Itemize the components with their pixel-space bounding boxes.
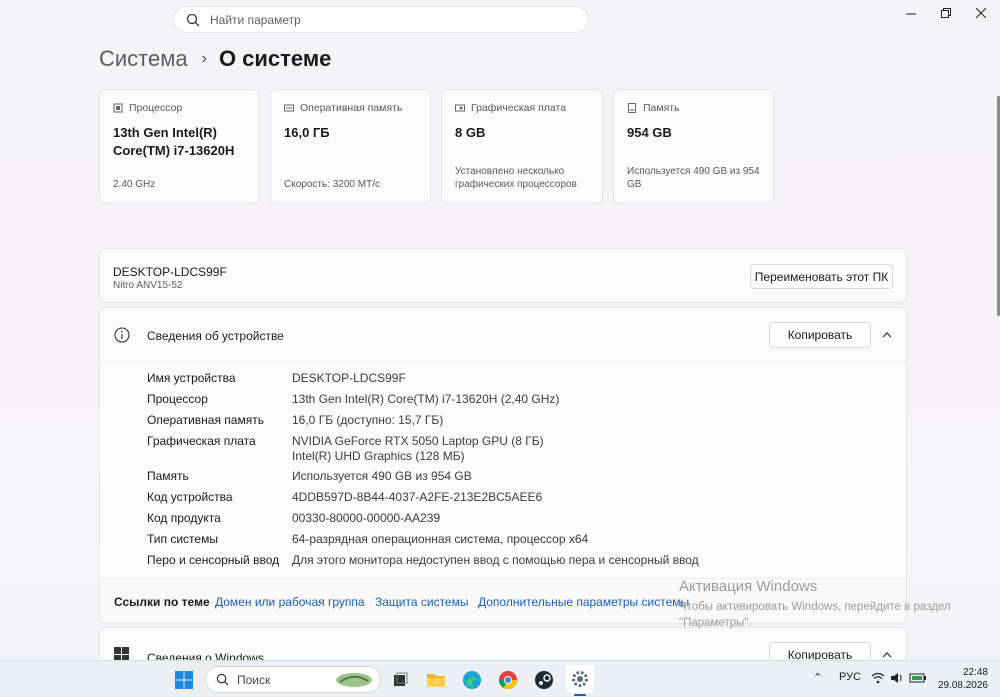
wifi-icon[interactable] (871, 672, 885, 684)
spec-value: DESKTOP-LDCS99F (292, 371, 406, 385)
spec-key: Код продукта (147, 511, 221, 525)
spec-key: Графическая плата (147, 434, 256, 448)
spec-key: Тип системы (147, 532, 218, 546)
language-indicator[interactable]: РУС (839, 671, 861, 683)
activation-line1: Чтобы активировать Windows, перейдите в … (679, 601, 951, 613)
ram-icon (284, 104, 294, 112)
task-view-icon (394, 672, 408, 686)
spec-value: 4DDB597D-8B44-4037-A2FE-213E2BC5AEE6 (292, 490, 543, 504)
spec-key: Память (147, 469, 189, 483)
search-placeholder: Найти параметр (210, 12, 301, 27)
card-sub: Скорость: 3200 МТ/с (284, 179, 380, 190)
spec-value: NVIDIA GeForce RTX 5050 Laptop GPU (8 ГБ… (292, 434, 544, 448)
pc-model: Nitro ANV15-52 (113, 280, 183, 291)
minimize-button[interactable] (897, 4, 925, 22)
card-sub: Используется 490 GB из 954 GB (627, 166, 760, 190)
related-links-title: Ссылки по теме (114, 595, 210, 609)
chevron-right-icon: › (201, 50, 207, 67)
card-sub: Установлено несколько графических процес… (455, 166, 577, 190)
device-specs-panel: Сведения об устройстве Копировать Имя ус… (99, 307, 907, 624)
restore-icon (941, 8, 951, 18)
search-icon (216, 673, 229, 686)
active-app-indicator (574, 694, 586, 696)
card-value: 13th Gen Intel(R) Core(TM) i7-13620H (113, 125, 235, 158)
battery-icon[interactable] (909, 672, 927, 684)
spec-key: Оперативная память (147, 413, 264, 427)
breadcrumb-parent[interactable]: Система (99, 46, 188, 72)
minimize-icon (906, 13, 916, 15)
close-button[interactable] (967, 4, 995, 22)
close-icon (976, 8, 986, 18)
card-storage: Память 954 GB Используется 490 GB из 954… (613, 89, 774, 204)
card-value: 8 GB (455, 125, 486, 140)
chrome-icon (499, 671, 517, 690)
card-label: Память (643, 102, 680, 114)
spec-value: 00330-80000-00000-AA239 (292, 511, 441, 525)
search-highlight-icon (336, 673, 372, 687)
spec-key: Процессор (147, 392, 208, 406)
link-advanced-system-settings[interactable]: Дополнительные параметры системы (478, 595, 689, 609)
taskbar-steam[interactable] (532, 668, 556, 692)
taskbar-task-view[interactable] (388, 668, 412, 692)
gpu-icon (455, 104, 465, 112)
start-button[interactable] (172, 668, 196, 692)
card-value: 954 GB (627, 125, 672, 140)
clock-time: 22:48 (962, 667, 988, 678)
spec-key: Код устройства (147, 490, 233, 504)
spec-value: 64-разрядная операционная система, проце… (292, 532, 589, 546)
activation-line2: "Параметры". (679, 617, 752, 629)
device-specs-header[interactable]: Сведения об устройстве Копировать (100, 308, 906, 362)
info-icon (114, 327, 130, 343)
clock-date: 29.08.2026 (937, 680, 988, 691)
card-value: 16,0 ГБ (284, 125, 330, 140)
card-processor: Процессор 13th Gen Intel(R) Core(TM) i7-… (99, 89, 260, 204)
spec-key: Перо и сенсорный ввод (147, 553, 280, 567)
copy-device-specs-button[interactable]: Копировать (769, 322, 871, 348)
taskbar-search-label: Поиск (237, 672, 271, 687)
tray-overflow-icon[interactable]: ⌃ (813, 671, 822, 684)
system-clock[interactable]: 22:48 29.08.2026 (938, 666, 988, 692)
link-domain-workgroup[interactable]: Домен или рабочая группа (215, 595, 365, 609)
spec-value: 16,0 ГБ (доступно: 15,7 ГБ) (292, 413, 444, 427)
activation-watermark: Активация Windows Чтобы активировать Win… (679, 578, 951, 631)
taskbar-chrome[interactable] (496, 668, 520, 692)
settings-search-input[interactable]: Найти параметр (173, 6, 589, 33)
gear-icon (572, 671, 588, 687)
steam-icon (535, 671, 553, 689)
volume-icon[interactable] (890, 672, 904, 684)
pc-name-panel: DESKTOP-LDCS99F Nitro ANV15-52 Переимено… (99, 248, 907, 303)
spec-key: Имя устройства (147, 371, 236, 385)
spec-value: Используется 490 GB из 954 GB (292, 469, 472, 483)
search-icon (186, 13, 200, 26)
cpu-icon (113, 103, 123, 113)
spec-value: Для этого монитора недоступен ввод с пом… (292, 553, 699, 567)
taskbar-search[interactable]: Поиск (205, 666, 381, 693)
storage-icon (628, 103, 636, 113)
taskbar-settings[interactable] (566, 665, 594, 693)
device-specs-title: Сведения об устройстве (147, 329, 284, 343)
windows-start-icon (175, 671, 193, 689)
restore-button[interactable] (932, 4, 960, 22)
card-ram: Оперативная память 16,0 ГБ Скорость: 320… (270, 89, 431, 204)
page-title: О системе (218, 46, 332, 71)
taskbar-file-explorer[interactable] (424, 668, 448, 692)
card-label: Графическая плата (471, 102, 567, 114)
card-gpu: Графическая плата 8 GB Установлено неско… (441, 89, 603, 204)
taskbar-edge[interactable] (460, 668, 484, 692)
card-sub: 2.40 GHz (113, 179, 156, 190)
spec-value-secondary: Intel(R) UHD Graphics (128 МБ) (292, 449, 465, 463)
taskbar: Поиск ⌃ РУС 22:48 29.08.2026 (0, 660, 1000, 697)
edge-icon (463, 671, 481, 689)
card-label: Оперативная память (300, 102, 403, 114)
breadcrumb: Система › О системе (99, 46, 331, 72)
spec-value: 13th Gen Intel(R) Core(TM) i7-13620H (2,… (292, 392, 560, 406)
folder-icon (427, 674, 445, 687)
link-system-protection[interactable]: Защита системы (375, 595, 468, 609)
card-label: Процессор (129, 102, 183, 114)
rename-pc-button[interactable]: Переименовать этот ПК (750, 264, 893, 289)
activation-heading: Активация Windows (679, 578, 818, 595)
pc-name: DESKTOP-LDCS99F (113, 265, 227, 279)
chevron-up-icon[interactable] (881, 329, 893, 341)
